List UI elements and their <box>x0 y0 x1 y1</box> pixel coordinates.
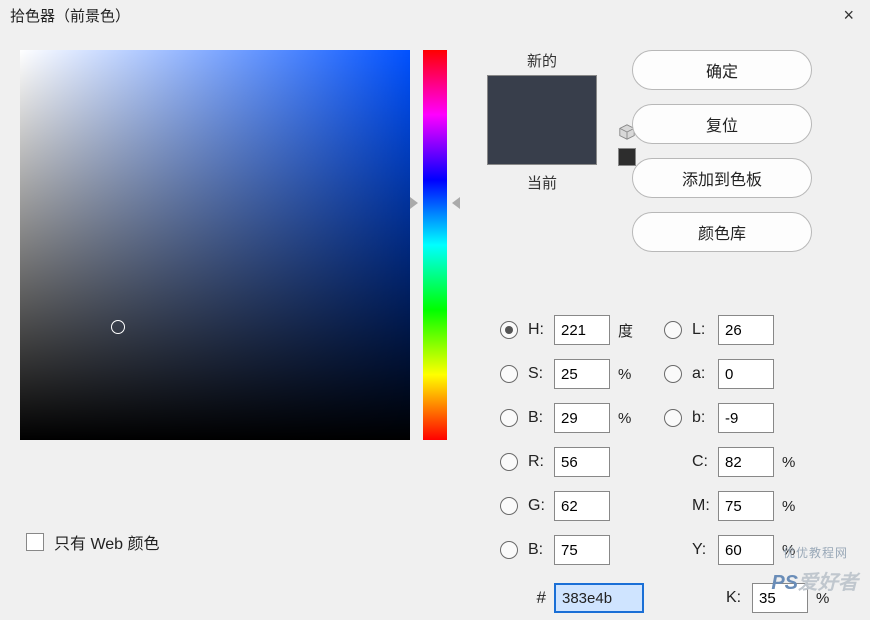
label-r: R: <box>528 453 554 471</box>
label-s: S: <box>528 365 554 383</box>
input-hex[interactable] <box>554 583 644 613</box>
close-icon[interactable]: × <box>837 5 860 26</box>
color-marker[interactable] <box>111 320 125 334</box>
input-bb[interactable] <box>554 535 610 565</box>
add-swatch-button[interactable]: 添加到色板 <box>632 158 812 198</box>
label-b: b: <box>692 409 718 427</box>
unit-bv: % <box>610 410 640 427</box>
radio-g[interactable] <box>500 497 518 515</box>
radio-l[interactable] <box>664 321 682 339</box>
label-g: G: <box>528 497 554 515</box>
input-l[interactable] <box>718 315 774 345</box>
watermark-text: 优优教程网 <box>783 544 848 561</box>
input-y[interactable] <box>718 535 774 565</box>
color-field[interactable] <box>20 50 410 440</box>
label-h: H: <box>528 321 554 339</box>
label-a: a: <box>692 365 718 383</box>
dialog-title: 拾色器（前景色） <box>10 5 130 26</box>
label-hex: # <box>528 588 554 608</box>
new-label: 新的 <box>472 50 612 71</box>
input-g[interactable] <box>554 491 610 521</box>
unit-s: % <box>610 366 640 383</box>
label-c: C: <box>692 453 718 471</box>
radio-r[interactable] <box>500 453 518 471</box>
unit-m: % <box>774 498 804 515</box>
input-h[interactable] <box>554 315 610 345</box>
hue-slider-left-icon[interactable] <box>410 197 418 209</box>
reset-button[interactable]: 复位 <box>632 104 812 144</box>
label-k: K: <box>726 589 752 607</box>
label-bv: B: <box>528 409 554 427</box>
label-m: M: <box>692 497 718 515</box>
label-l: L: <box>692 321 718 339</box>
radio-b[interactable] <box>664 409 682 427</box>
input-m[interactable] <box>718 491 774 521</box>
input-bv[interactable] <box>554 403 610 433</box>
radio-bb[interactable] <box>500 541 518 559</box>
unit-h: 度 <box>610 320 640 341</box>
hue-slider-right-icon[interactable] <box>452 197 460 209</box>
radio-bv[interactable] <box>500 409 518 427</box>
web-only-label: 只有 Web 颜色 <box>54 530 160 554</box>
color-libraries-button[interactable]: 颜色库 <box>632 212 812 252</box>
input-r[interactable] <box>554 447 610 477</box>
hue-strip[interactable] <box>423 50 447 440</box>
label-y: Y: <box>692 541 718 559</box>
input-b[interactable] <box>718 403 774 433</box>
input-s[interactable] <box>554 359 610 389</box>
input-c[interactable] <box>718 447 774 477</box>
watermark-logo: PS爱好者 <box>771 566 858 595</box>
web-only-checkbox[interactable] <box>26 533 44 551</box>
label-bb: B: <box>528 541 554 559</box>
ok-button[interactable]: 确定 <box>632 50 812 90</box>
radio-s[interactable] <box>500 365 518 383</box>
radio-a[interactable] <box>664 365 682 383</box>
unit-c: % <box>774 454 804 471</box>
new-color-swatch <box>488 76 596 120</box>
radio-h[interactable] <box>500 321 518 339</box>
current-label: 当前 <box>472 172 612 193</box>
input-a[interactable] <box>718 359 774 389</box>
